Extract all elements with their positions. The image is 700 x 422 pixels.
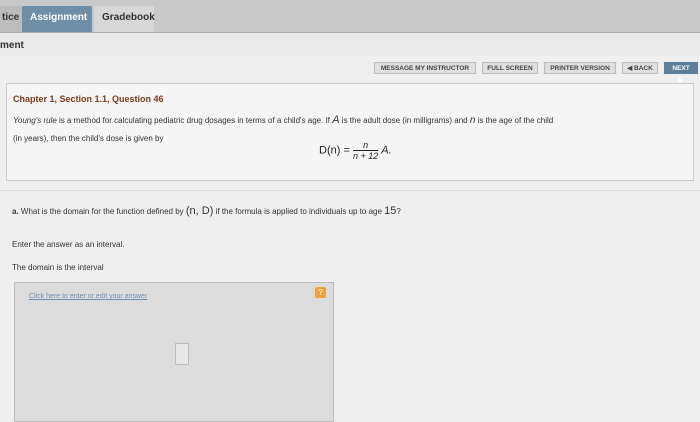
question-text-line2: (in years), then the child's dose is giv… xyxy=(13,134,164,143)
part-a-question: a. What is the domain for the function d… xyxy=(12,205,401,217)
instruction-text: Enter the answer as an interval. xyxy=(12,240,125,249)
back-button[interactable]: ◀ BACK xyxy=(622,62,658,74)
full-screen-button[interactable]: FULL SCREEN xyxy=(482,62,538,74)
page-subtitle: ment xyxy=(0,40,24,51)
part-a-text: What is the domain for the function defi… xyxy=(18,207,186,216)
question-title: Chapter 1, Section 1.1, Question 46 xyxy=(13,94,164,104)
formula-lhs: D(n) = xyxy=(319,144,353,157)
formula-fraction: n n + 12 xyxy=(352,140,379,161)
part-a-label: a. xyxy=(12,207,19,216)
formula-numerator: n xyxy=(352,140,379,151)
printer-version-button[interactable]: PRINTER VERSION xyxy=(544,62,616,74)
youngs-rule-term: Young's rule xyxy=(13,116,57,125)
tab-assignment[interactable]: Assignment xyxy=(22,6,92,32)
formula-rhs: A. xyxy=(381,144,392,157)
toolbar: MESSAGE MY INSTRUCTOR FULL SCREEN PRINTE… xyxy=(0,60,700,84)
question-text-part: is the age of the child xyxy=(475,116,554,125)
dose-formula: D(n) = n n + 12 A. xyxy=(319,140,392,161)
answer-box[interactable]: Click here to enter or edit your answer … xyxy=(14,282,334,422)
age-value: 15 xyxy=(384,205,397,217)
formula-denominator: n + 12 xyxy=(352,151,379,161)
answer-placeholder[interactable] xyxy=(175,343,189,365)
top-navigation: tice Assignment Gradebook xyxy=(0,0,700,33)
question-text-part: is the adult dose (in milligrams) and xyxy=(339,116,470,125)
question-mark: ? xyxy=(396,207,401,216)
answer-edit-link[interactable]: Click here to enter or edit your answer xyxy=(29,293,147,300)
question-box: Chapter 1, Section 1.1, Question 46 Youn… xyxy=(6,83,694,181)
tab-gradebook[interactable]: Gradebook xyxy=(94,6,155,32)
question-text-part: is a method for calculating pediatric dr… xyxy=(56,116,333,125)
ordered-pair: (n, D) xyxy=(185,205,214,217)
divider xyxy=(0,190,700,191)
message-instructor-button[interactable]: MESSAGE MY INSTRUCTOR xyxy=(374,62,476,74)
variable-A: A xyxy=(332,114,340,126)
help-icon[interactable]: ? xyxy=(315,287,326,298)
next-button[interactable]: NEXT ▶ xyxy=(664,62,698,84)
answer-prompt: The domain is the interval xyxy=(12,263,104,272)
part-a-text: if the formula is applied to individuals… xyxy=(213,207,385,216)
